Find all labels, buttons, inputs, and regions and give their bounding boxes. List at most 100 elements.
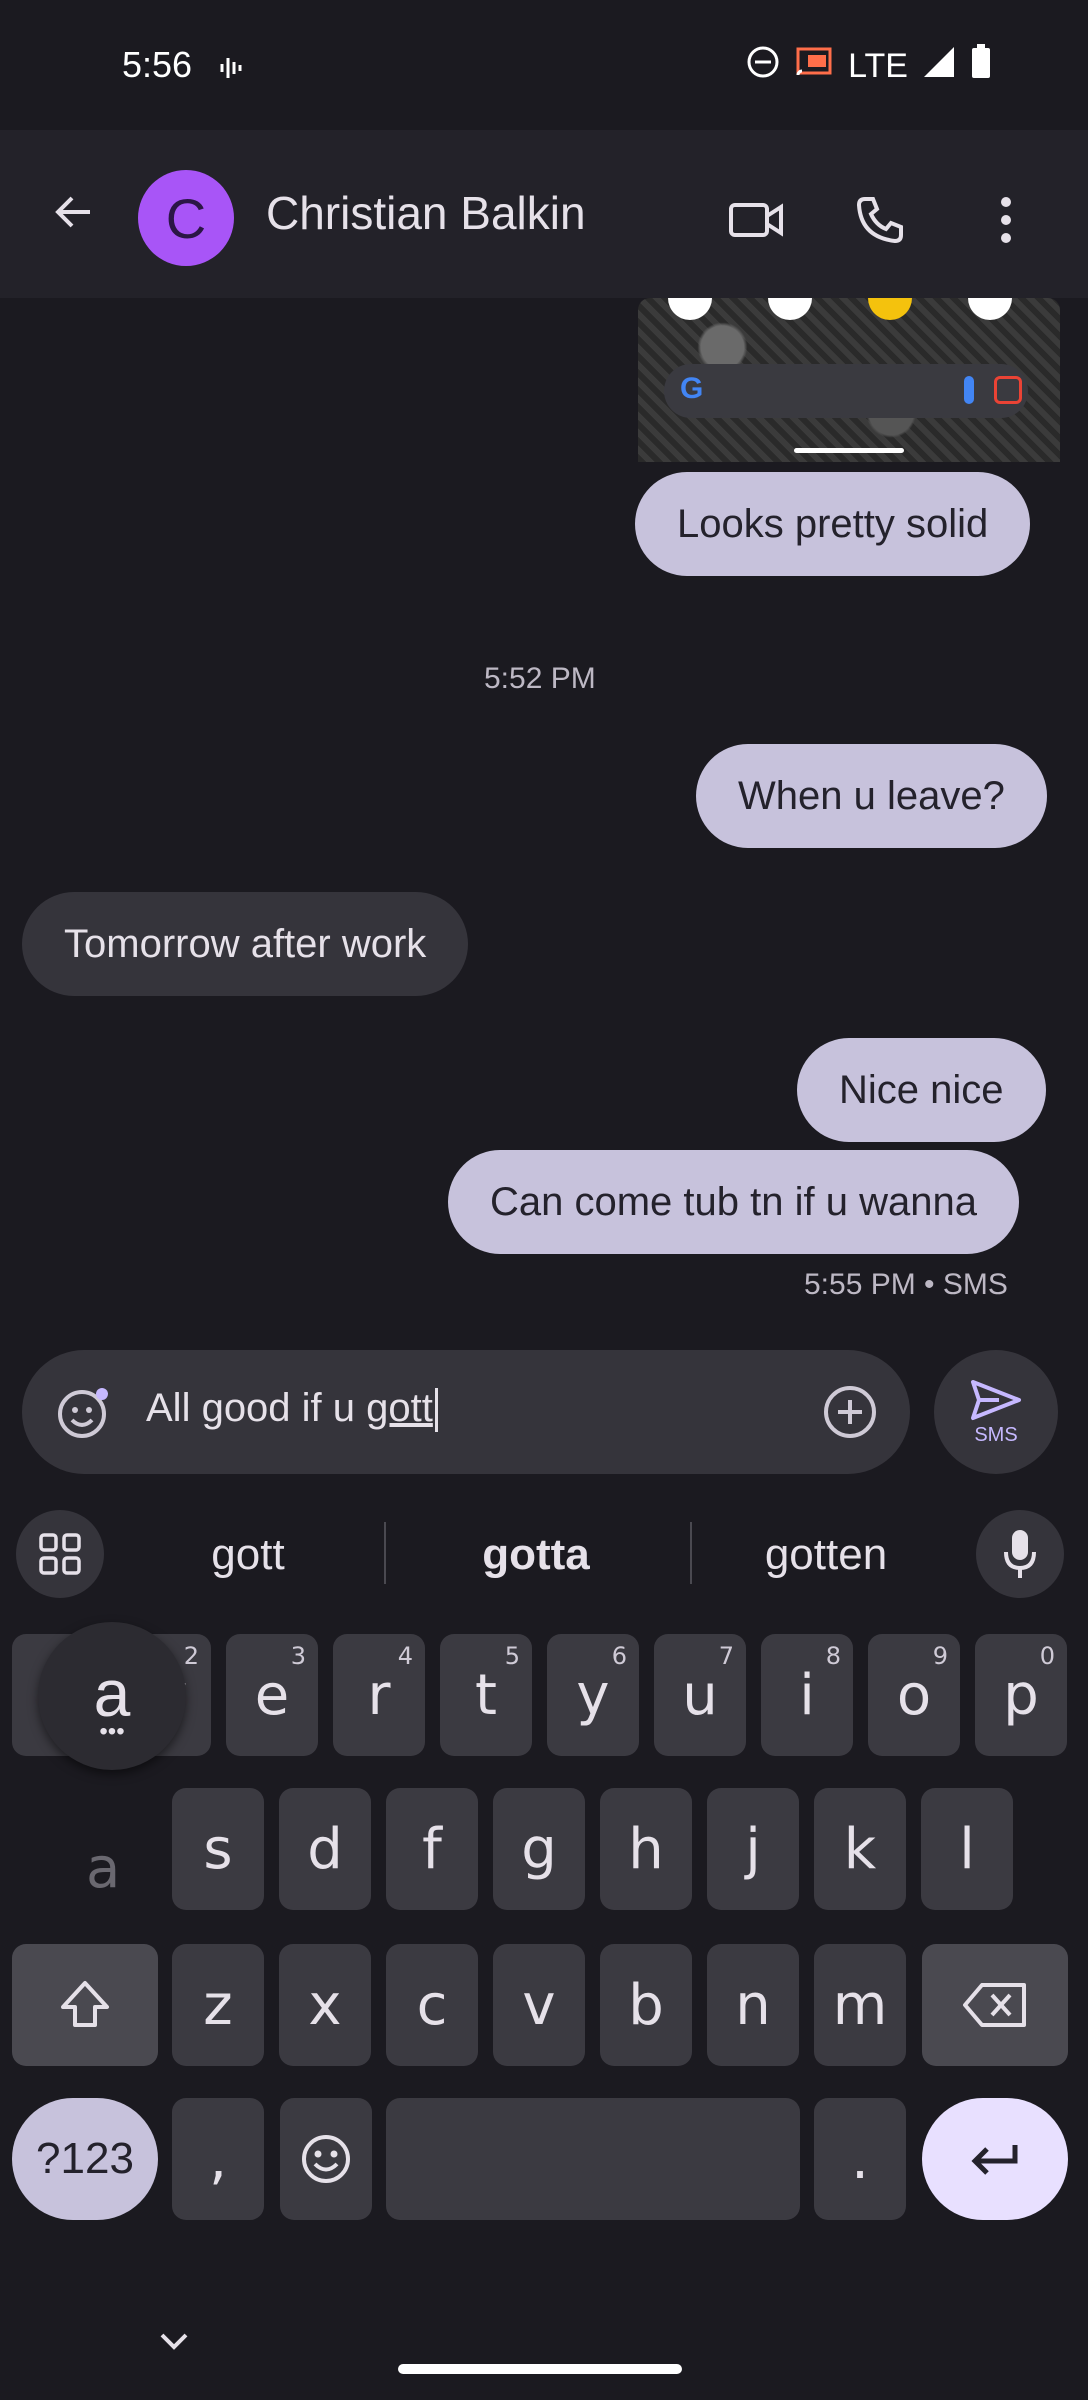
avatar[interactable]: C (138, 170, 234, 266)
more-options-button[interactable] (966, 180, 1046, 260)
app-icon (668, 298, 712, 320)
key-e[interactable]: e3 (226, 1634, 318, 1756)
search-bar-preview: G (664, 364, 1028, 418)
key-z[interactable]: z (172, 1944, 264, 2066)
more-keys-indicator: ••• (99, 1718, 125, 1745)
key-p[interactable]: p0 (975, 1634, 1067, 1756)
chrome-icon (868, 298, 912, 320)
comma-key[interactable]: , (172, 2098, 264, 2220)
conversation-list[interactable]: G Looks pretty solid 5:52 PM When u leav… (0, 298, 1088, 1338)
message-bubble-incoming[interactable]: Tomorrow after work (22, 892, 469, 996)
key-j[interactable]: j (707, 1788, 799, 1910)
key-number-hint: 5 (504, 1642, 520, 1670)
message-bubble-outgoing[interactable]: Nice nice (797, 1038, 1046, 1142)
send-label: SMS (974, 1423, 1018, 1446)
symbols-key[interactable]: ?123 (12, 2098, 158, 2220)
message-bubble-outgoing[interactable]: Looks pretty solid (635, 472, 1031, 576)
video-call-button[interactable] (716, 180, 796, 260)
battery-icon (970, 44, 992, 89)
status-time: 5:56 (122, 44, 193, 85)
voice-call-button[interactable] (840, 180, 920, 260)
key-g[interactable]: g (493, 1788, 585, 1910)
contact-name[interactable]: Christian Balkin (266, 186, 586, 240)
shift-arrow-icon (61, 1981, 109, 2027)
message-input[interactable]: All good if u gott (146, 1386, 438, 1433)
voice-input-button[interactable] (976, 1510, 1064, 1598)
key-i[interactable]: i8 (761, 1634, 853, 1756)
key-label: u (682, 1662, 718, 1728)
key-number-hint: 7 (718, 1642, 734, 1670)
backspace-icon (963, 1983, 1026, 2027)
key-number-hint: 0 (1039, 1642, 1055, 1670)
period-key[interactable]: . (814, 2098, 906, 2220)
mic-icon (1004, 1530, 1036, 1578)
add-circle-icon (824, 1386, 876, 1438)
home-indicator-preview (794, 448, 904, 453)
suggestion-1[interactable]: gott (140, 1520, 356, 1590)
input-current-word: gott (366, 1386, 433, 1430)
emoji-key[interactable] (280, 2098, 372, 2220)
key-c[interactable]: c (386, 1944, 478, 2066)
enter-key[interactable] (922, 2098, 1068, 2220)
back-arrow-icon (55, 196, 90, 228)
key-f[interactable]: f (386, 1788, 478, 1910)
suggestion-3[interactable]: gotten (718, 1520, 934, 1590)
more-vert-icon (1001, 197, 1011, 243)
suggestion-2[interactable]: gotta (420, 1520, 652, 1590)
space-key[interactable] (386, 2098, 800, 2220)
key-s[interactable]: s (172, 1788, 264, 1910)
key-number-hint: 4 (397, 1642, 413, 1670)
app-icon (768, 298, 812, 320)
shift-key[interactable] (12, 1944, 158, 2066)
key-r[interactable]: r4 (333, 1634, 425, 1756)
key-n[interactable]: n (707, 1944, 799, 2066)
key-h[interactable]: h (600, 1788, 692, 1910)
key-a-pressed-ghost: a (86, 1836, 121, 1901)
enter-arrow-icon (971, 2145, 1018, 2175)
suggestion-divider (384, 1522, 386, 1584)
send-icon (971, 1379, 1021, 1420)
key-label: i (799, 1662, 815, 1728)
key-y[interactable]: y6 (547, 1634, 639, 1756)
key-m[interactable]: m (814, 1944, 906, 2066)
keyboard-menu-button[interactable] (16, 1510, 104, 1598)
message-bubble-outgoing[interactable]: Can come tub tn if u wanna (448, 1150, 1019, 1254)
key-t[interactable]: t5 (440, 1634, 532, 1756)
cast-icon (794, 45, 834, 88)
suggestion-divider (690, 1522, 692, 1584)
key-number-hint: 6 (611, 1642, 627, 1670)
key-u[interactable]: u7 (654, 1634, 746, 1756)
key-b[interactable]: b (600, 1944, 692, 2066)
back-button[interactable] (38, 176, 110, 248)
camera-app-icon (968, 298, 1012, 320)
emoji-button[interactable] (52, 1380, 116, 1444)
key-label: e (254, 1662, 290, 1728)
message-bubble-outgoing[interactable]: When u leave? (696, 744, 1047, 848)
key-l[interactable]: l (921, 1788, 1013, 1910)
key-v[interactable]: v (493, 1944, 585, 2066)
video-camera-icon (729, 203, 783, 237)
attach-button[interactable] (818, 1380, 882, 1444)
input-text: All good if u (146, 1386, 367, 1430)
key-o[interactable]: o9 (868, 1634, 960, 1756)
key-number-hint: 8 (825, 1642, 841, 1670)
key-number-hint: 9 (932, 1642, 948, 1670)
key-x[interactable]: x (279, 1944, 371, 2066)
backspace-key[interactable] (922, 1944, 1068, 2066)
shared-image[interactable]: G (638, 298, 1060, 462)
voice-activity-icon (218, 54, 246, 87)
gesture-nav-bar[interactable] (398, 2364, 682, 2374)
status-icons: LTE (746, 44, 992, 89)
key-k[interactable]: k (814, 1788, 906, 1910)
key-number-hint: 2 (183, 1642, 199, 1670)
key-d[interactable]: d (279, 1788, 371, 1910)
key-label: t (475, 1662, 497, 1728)
emoji-icon (302, 2135, 350, 2183)
hide-keyboard-button[interactable] (156, 2316, 192, 2366)
key-label: r (367, 1662, 391, 1728)
chevron-down-icon (160, 2333, 188, 2350)
send-button[interactable]: SMS (934, 1350, 1058, 1474)
mic-icon (964, 376, 974, 404)
timestamp: 5:52 PM (484, 662, 596, 695)
key-label: p (1003, 1662, 1039, 1728)
